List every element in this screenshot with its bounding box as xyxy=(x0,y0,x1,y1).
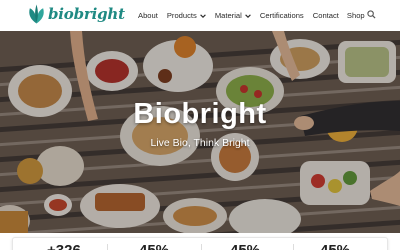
stat-value: 45% xyxy=(230,242,260,250)
nav-item-label: Material xyxy=(214,11,242,20)
hero-subtitle: Live Bio, Think Bright xyxy=(150,137,250,149)
nav-item-material[interactable]: Material xyxy=(215,11,252,20)
nav-item-label: Certifications xyxy=(259,11,304,20)
site-header: biobright About Products Material Certif… xyxy=(0,0,400,31)
brand-logo[interactable]: biobright xyxy=(27,3,125,25)
stat-value: 45% xyxy=(139,242,169,250)
hero-title: Biobright xyxy=(133,98,267,130)
hero-overlay xyxy=(0,31,400,233)
nav-item-shop[interactable]: Shop xyxy=(347,11,365,20)
nav-item-label: Products xyxy=(166,11,197,20)
stat-divider xyxy=(293,244,294,250)
nav-item-label: About xyxy=(138,11,158,20)
main-nav: About Products Material Certifications C… xyxy=(138,0,365,31)
leaf-logo-icon xyxy=(29,4,44,24)
chevron-down-icon xyxy=(245,13,251,18)
nav-item-products[interactable]: Products xyxy=(167,11,207,20)
nav-item-contact[interactable]: Contact xyxy=(313,11,339,20)
nav-item-label: Shop xyxy=(346,11,365,20)
nav-item-certifications[interactable]: Certifications xyxy=(260,11,304,20)
nav-item-about[interactable]: About xyxy=(138,11,158,20)
stat-divider xyxy=(201,244,202,250)
stat-value: +326 xyxy=(47,242,81,250)
chevron-down-icon xyxy=(200,13,206,18)
brand-name: biobright xyxy=(48,5,125,23)
hero-banner: Biobright Live Bio, Think Bright xyxy=(0,31,400,233)
stat-divider xyxy=(107,244,108,250)
stats-card: +326 45% 45% 45% xyxy=(12,237,388,250)
search-icon[interactable] xyxy=(367,10,376,19)
stats-section: +326 45% 45% 45% xyxy=(0,233,400,250)
stat-value: 45% xyxy=(320,242,350,250)
nav-item-label: Contact xyxy=(312,11,339,20)
